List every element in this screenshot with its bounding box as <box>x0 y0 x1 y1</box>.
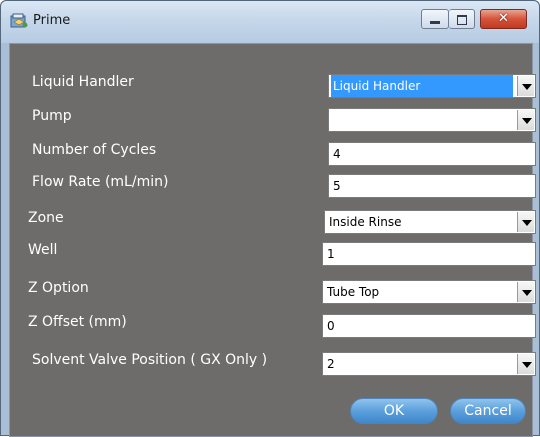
chevron-down-icon <box>522 362 532 368</box>
zone-label: Zone <box>28 210 64 226</box>
solvent-valve-select[interactable]: 2 <box>322 352 536 376</box>
flow-rate-row: Flow Rate (mL/min) 5 <box>10 168 536 198</box>
z-option-label: Z Option <box>28 280 89 296</box>
z-option-value: Tube Top <box>327 285 380 299</box>
minimize-button[interactable] <box>421 9 449 29</box>
window-title: Prime <box>33 13 71 28</box>
form-panel: Liquid Handler Liquid Handler Pump Numbe… <box>9 43 536 437</box>
liquid-handler-label: Liquid Handler <box>32 74 134 90</box>
maximize-icon <box>457 15 467 25</box>
solvent-valve-dropdown-button[interactable] <box>517 354 534 374</box>
number-of-cycles-row: Number of Cycles 4 <box>10 136 536 166</box>
z-option-dropdown-button[interactable] <box>517 282 534 302</box>
well-row: Well 1 <box>10 236 536 266</box>
close-icon: ✕ <box>498 11 509 26</box>
flow-rate-input[interactable]: 5 <box>328 174 536 198</box>
z-offset-label: Z Offset (mm) <box>28 314 127 330</box>
title-bar[interactable]: Prime ✕ <box>1 1 539 43</box>
liquid-handler-dropdown-button[interactable] <box>517 76 534 96</box>
solvent-valve-row: Solvent Valve Position ( GX Only ) 2 <box>10 346 536 376</box>
z-option-row: Z Option Tube Top <box>10 274 536 304</box>
number-of-cycles-input[interactable]: 4 <box>328 142 536 166</box>
zone-dropdown-button[interactable] <box>517 212 534 232</box>
chevron-down-icon <box>522 118 532 124</box>
z-offset-row: Z Offset (mm) 0 <box>10 308 536 338</box>
well-label: Well <box>28 242 58 258</box>
minimize-icon <box>430 21 440 24</box>
z-offset-input[interactable]: 0 <box>322 314 536 338</box>
pump-select[interactable] <box>328 108 536 132</box>
number-of-cycles-label: Number of Cycles <box>32 142 157 158</box>
pump-label: Pump <box>32 108 72 124</box>
flow-rate-label: Flow Rate (mL/min) <box>32 174 169 190</box>
zone-value: Inside Rinse <box>329 215 402 229</box>
well-input[interactable]: 1 <box>322 242 536 266</box>
pump-dropdown-button[interactable] <box>517 110 534 130</box>
solvent-valve-label: Solvent Valve Position ( GX Only ) <box>32 352 268 368</box>
prime-app-icon <box>10 13 28 28</box>
solvent-valve-value: 2 <box>327 357 335 371</box>
ok-button[interactable]: OK <box>350 398 438 424</box>
maximize-button[interactable] <box>449 9 475 29</box>
zone-select[interactable]: Inside Rinse <box>324 210 536 234</box>
liquid-handler-value: Liquid Handler <box>331 75 513 97</box>
zone-row: Zone Inside Rinse <box>10 204 536 234</box>
liquid-handler-row: Liquid Handler Liquid Handler <box>10 68 536 98</box>
prime-dialog: Prime ✕ Liquid Handler Liquid Handler Pu… <box>0 0 540 437</box>
chevron-down-icon <box>522 220 532 226</box>
close-button[interactable]: ✕ <box>480 9 527 29</box>
z-option-select[interactable]: Tube Top <box>322 280 536 304</box>
cancel-button[interactable]: Cancel <box>450 398 526 424</box>
chevron-down-icon <box>522 84 532 90</box>
chevron-down-icon <box>522 290 532 296</box>
pump-row: Pump <box>10 102 536 132</box>
liquid-handler-select[interactable]: Liquid Handler <box>328 74 536 98</box>
